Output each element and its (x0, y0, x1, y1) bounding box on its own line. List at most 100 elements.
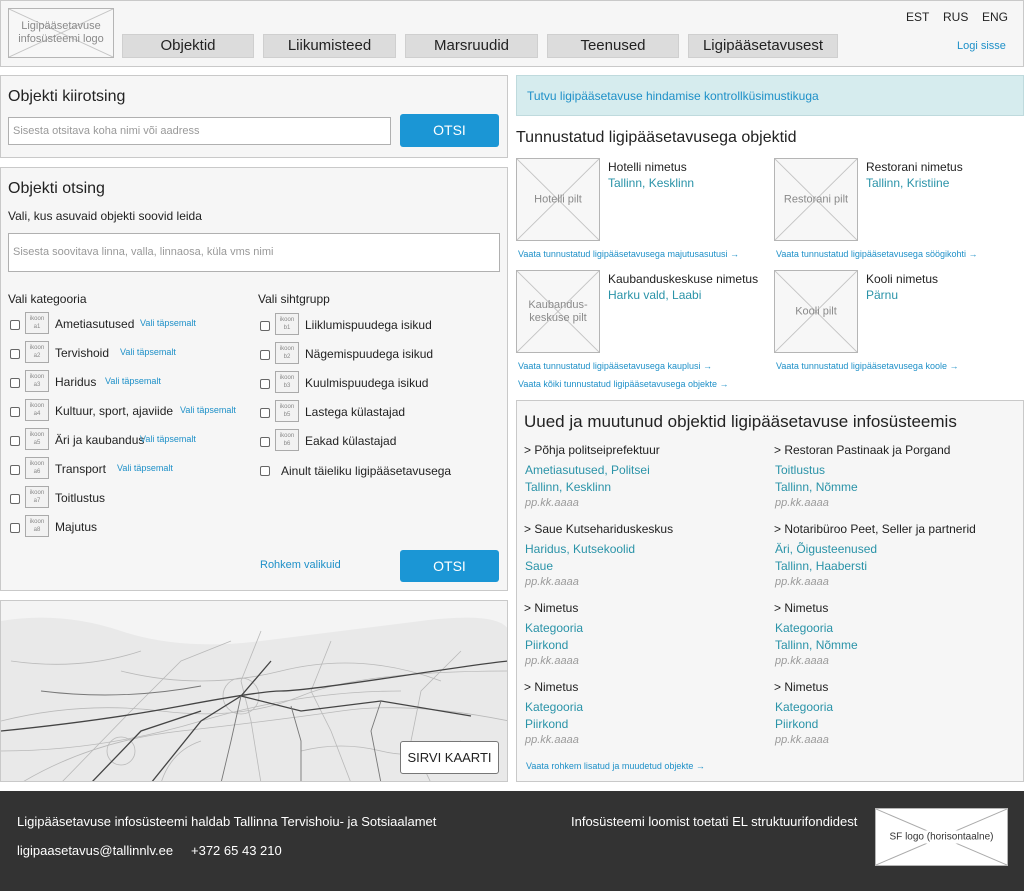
recent-category[interactable]: Haridus, Kutsekoolid (525, 542, 635, 556)
lang-est[interactable]: EST (906, 10, 929, 24)
recent-name[interactable]: > Saue Kutsehariduskeskus (524, 522, 673, 536)
target-label: Eakad külastajad (305, 434, 397, 448)
all-certified-link[interactable]: Vaata kõiki tunnustatud ligipääsetavuseg… (518, 379, 728, 389)
sf-logo-label: SF logo (horisontaalne) (876, 830, 1007, 844)
recent-date: pp.kk.aaaa (775, 497, 829, 509)
category-checkbox[interactable] (10, 465, 20, 475)
recent-location[interactable]: Piirkond (775, 717, 818, 731)
category-icon: ikoon a5 (25, 428, 49, 450)
nav-liikumisteed[interactable]: Liikumisteed (263, 34, 396, 58)
category-refine-link[interactable]: Vali täpsemalt (120, 347, 176, 357)
target-icon: ikoon b2 (275, 342, 299, 364)
certified-image[interactable]: Restorani pilt (774, 158, 858, 241)
category-checkbox[interactable] (10, 378, 20, 388)
recent-name[interactable]: > Põhja politseiprefektuur (524, 443, 660, 457)
checklist-banner[interactable]: Tutvu ligipääsetavuse hindamise kontroll… (516, 75, 1024, 116)
recent-category[interactable]: Ametiasutused, Politsei (525, 463, 650, 477)
more-options-link[interactable]: Rohkem valikuid (260, 559, 341, 571)
nav-teenused[interactable]: Teenused (547, 34, 679, 58)
category-icon: ikoon a6 (25, 457, 49, 479)
certified-category-link[interactable]: Vaata tunnustatud ligipääsetavusega maju… (518, 249, 739, 259)
category-checkbox[interactable] (10, 494, 20, 504)
nav-ligipaasetavusest[interactable]: Ligipääsetavusest (688, 34, 838, 58)
target-checkbox[interactable] (260, 379, 270, 389)
target-checkbox[interactable] (260, 321, 270, 331)
recent-location[interactable]: Saue (525, 559, 553, 573)
recent-location[interactable]: Tallinn, Nõmme (775, 638, 858, 652)
recent-location[interactable]: Tallinn, Haabersti (775, 559, 867, 573)
site-logo-label: Ligipääsetavuse infosüsteemi logo (18, 20, 104, 45)
category-refine-link[interactable]: Vali täpsemalt (140, 434, 196, 444)
lang-eng[interactable]: ENG (982, 10, 1008, 24)
login-link[interactable]: Logi sisse (957, 40, 1006, 52)
certified-image[interactable]: Kaubandus-keskuse pilt (516, 270, 600, 353)
target-checkbox[interactable] (260, 350, 270, 360)
footer-email[interactable]: ligipaasetavus@tallinnlv.ee (17, 843, 173, 858)
target-heading: Vali sihtgrupp (258, 292, 330, 306)
location-input[interactable]: Sisesta soovitava linna, valla, linnaosa… (8, 233, 500, 272)
certified-name[interactable]: Kaubanduskeskuse nimetus (608, 272, 758, 286)
more-recent-link[interactable]: Vaata rohkem lisatud ja muudetud objekte… (526, 761, 705, 771)
category-checkbox[interactable] (10, 349, 20, 359)
category-label: Haridus (55, 375, 97, 389)
recent-name[interactable]: > Nimetus (774, 601, 828, 615)
recent-date: pp.kk.aaaa (775, 655, 829, 667)
recent-date: pp.kk.aaaa (525, 576, 579, 588)
recent-location[interactable]: Tallinn, Kesklinn (525, 480, 611, 494)
recent-name[interactable]: > Notaribüroo Peet, Seller ja partnerid (774, 522, 976, 536)
category-checkbox[interactable] (10, 523, 20, 533)
certified-image[interactable]: Kooli pilt (774, 270, 858, 353)
certified-location[interactable]: Tallinn, Kesklinn (608, 176, 694, 190)
recent-name[interactable]: > Nimetus (524, 601, 578, 615)
quick-search-title: Objekti kiirotsing (8, 88, 126, 105)
certified-image[interactable]: Hotelli pilt (516, 158, 600, 241)
category-checkbox[interactable] (10, 407, 20, 417)
category-refine-link[interactable]: Vali täpsemalt (105, 376, 161, 386)
category-icon: ikoon a4 (25, 399, 49, 421)
certified-category-link[interactable]: Vaata tunnustatud ligipääsetavusega kaup… (518, 361, 712, 371)
lang-rus[interactable]: RUS (943, 10, 968, 24)
quick-search-button[interactable]: OTSI (400, 114, 499, 147)
object-search-button[interactable]: OTSI (400, 550, 499, 582)
category-checkbox[interactable] (10, 436, 20, 446)
recent-location[interactable]: Piirkond (525, 638, 568, 652)
footer-phone: +372 65 43 210 (191, 843, 282, 858)
recent-location[interactable]: Tallinn, Nõmme (775, 480, 858, 494)
certified-image-label: Restorani pilt (783, 193, 849, 205)
recent-date: pp.kk.aaaa (525, 497, 579, 509)
certified-name[interactable]: Restorani nimetus (866, 160, 963, 174)
browse-map-button[interactable]: SIRVI KAARTI (400, 741, 499, 774)
category-refine-link[interactable]: Vali täpsemalt (117, 463, 173, 473)
recent-category[interactable]: Kategooria (525, 700, 583, 714)
nav-objektid[interactable]: Objektid (122, 34, 254, 58)
nav-marsruudid[interactable]: Marsruudid (405, 34, 538, 58)
full-access-label: Ainult täieliku ligipääsetavusega (281, 464, 452, 478)
certified-location[interactable]: Tallinn, Kristiine (866, 176, 949, 190)
recent-location[interactable]: Piirkond (525, 717, 568, 731)
category-refine-link[interactable]: Vali täpsemalt (140, 318, 196, 328)
checklist-banner-link[interactable]: Tutvu ligipääsetavuse hindamise kontroll… (527, 89, 819, 103)
certified-location[interactable]: Pärnu (866, 288, 898, 302)
certified-name[interactable]: Kooli nimetus (866, 272, 938, 286)
certified-category-link[interactable]: Vaata tunnustatud ligipääsetavusega kool… (776, 361, 958, 371)
quick-search-input[interactable]: Sisesta otsitava koha nimi või aadress (8, 117, 391, 145)
certified-category-link[interactable]: Vaata tunnustatud ligipääsetavusega söög… (776, 249, 977, 259)
target-checkbox[interactable] (260, 408, 270, 418)
recent-category[interactable]: Kategooria (775, 700, 833, 714)
full-access-checkbox[interactable] (260, 466, 270, 476)
recent-category[interactable]: Kategooria (525, 621, 583, 635)
category-checkbox[interactable] (10, 320, 20, 330)
recent-name[interactable]: > Nimetus (524, 680, 578, 694)
category-refine-link[interactable]: Vali täpsemalt (180, 405, 236, 415)
certified-location[interactable]: Harku vald, Laabi (608, 288, 701, 302)
recent-name[interactable]: > Restoran Pastinaak ja Porgand (774, 443, 950, 457)
target-checkbox[interactable] (260, 437, 270, 447)
recent-category[interactable]: Kategooria (775, 621, 833, 635)
recent-category[interactable]: Äri, Õigusteenused (775, 542, 877, 556)
site-logo[interactable]: Ligipääsetavuse infosüsteemi logo (8, 8, 114, 58)
recent-name[interactable]: > Nimetus (774, 680, 828, 694)
category-icon: ikoon a7 (25, 486, 49, 508)
sf-logo: SF logo (horisontaalne) (875, 808, 1008, 866)
recent-category[interactable]: Toitlustus (775, 463, 825, 477)
certified-name[interactable]: Hotelli nimetus (608, 160, 687, 174)
